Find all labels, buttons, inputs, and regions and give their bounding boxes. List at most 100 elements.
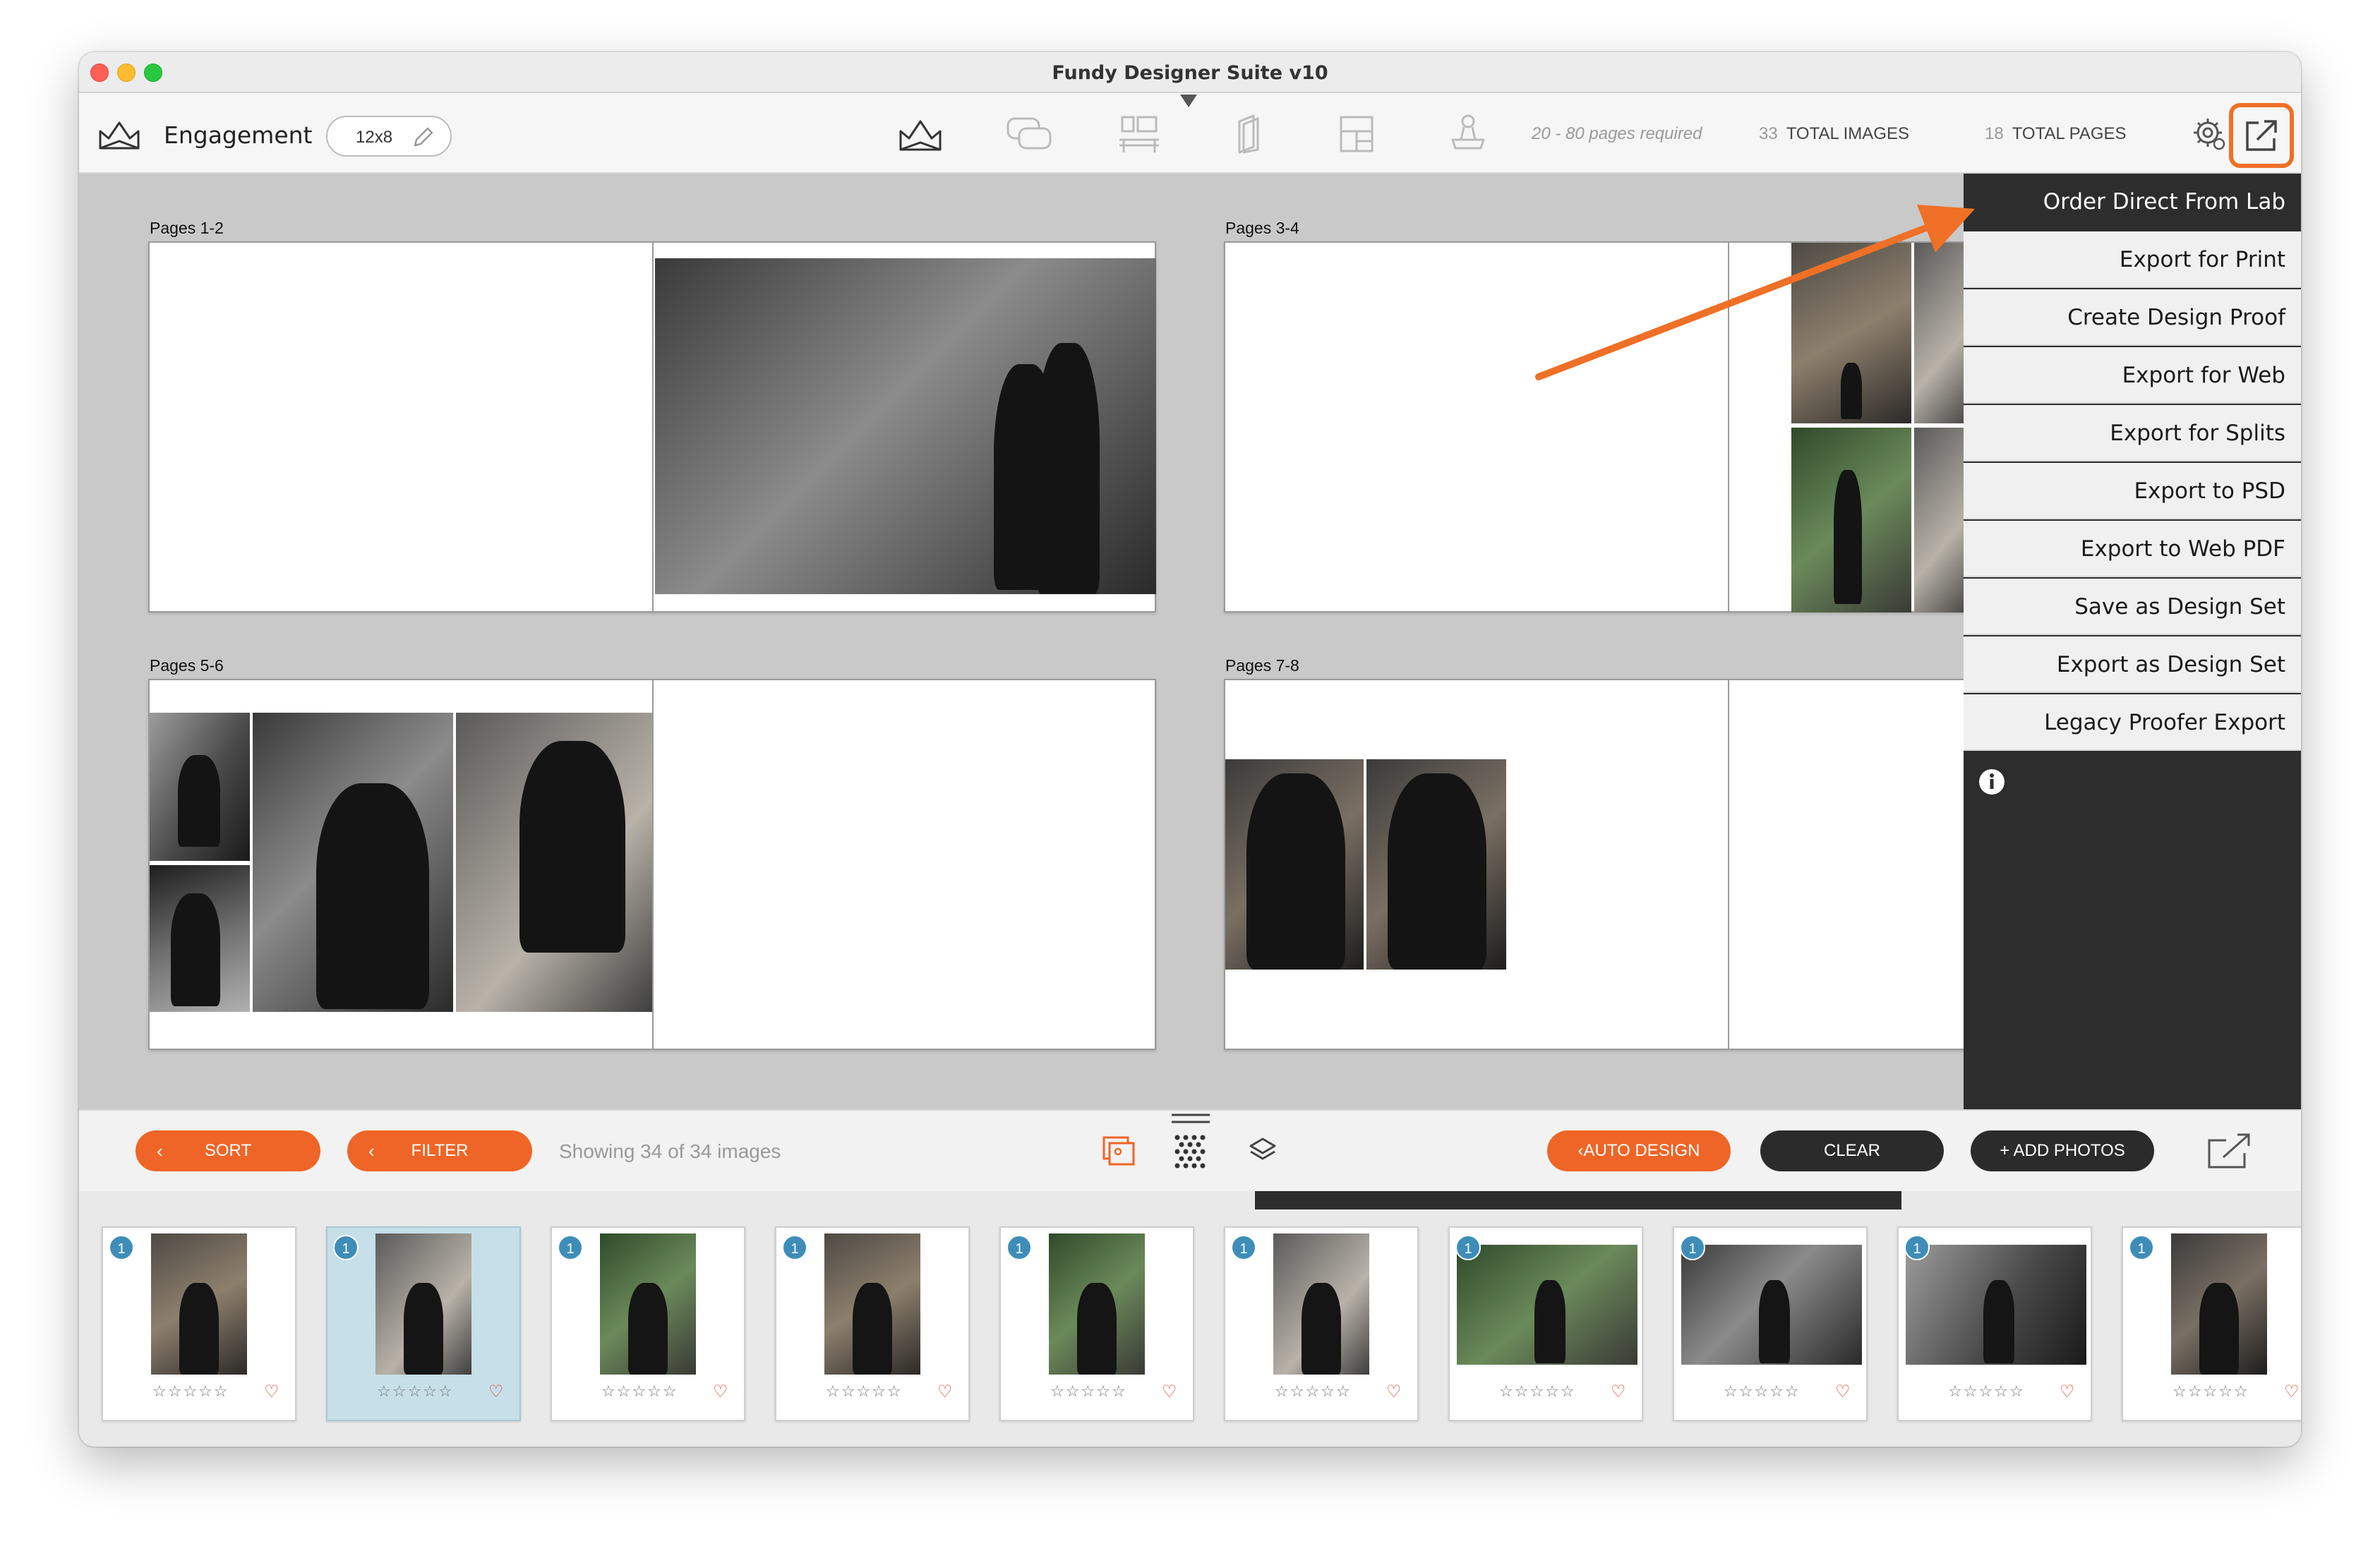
star-rating[interactable]: ☆☆☆☆☆ bbox=[1948, 1383, 2025, 1401]
menu-item-export-for-splits[interactable]: Export for Splits bbox=[1964, 405, 2301, 461]
spread-photo[interactable] bbox=[150, 865, 250, 1012]
layout-icon[interactable] bbox=[1331, 111, 1382, 157]
usage-count-badge: 1 bbox=[782, 1235, 807, 1260]
filmstrip-thumbnail[interactable]: 1 ☆☆☆☆☆ ♡ bbox=[1673, 1226, 1868, 1421]
thumbnail-image bbox=[1906, 1245, 2086, 1365]
couple-figure bbox=[178, 755, 220, 847]
spread-photo[interactable] bbox=[655, 258, 1156, 594]
spread-label: Pages 7-8 bbox=[1225, 656, 1299, 675]
menu-item-export-for-print[interactable]: Export for Print bbox=[1964, 231, 2301, 288]
auto-design-button[interactable]: ‹AUTO DESIGN bbox=[1547, 1130, 1731, 1171]
filter-label: FILTER bbox=[411, 1141, 469, 1160]
spread-photo[interactable] bbox=[253, 713, 453, 1012]
spread-photo[interactable] bbox=[1791, 243, 1911, 423]
menu-item-export-to-web-pdf[interactable]: Export to Web PDF bbox=[1964, 521, 2301, 577]
thumbnail-image bbox=[824, 1233, 920, 1375]
favorite-heart-icon[interactable]: ♡ bbox=[2284, 1382, 2300, 1401]
favorite-heart-icon[interactable]: ♡ bbox=[1611, 1382, 1626, 1401]
star-rating[interactable]: ☆☆☆☆☆ bbox=[152, 1383, 229, 1401]
clear-button[interactable]: CLEAR bbox=[1760, 1130, 1944, 1171]
grid-view-icon[interactable] bbox=[1170, 1130, 1211, 1171]
layers-icon[interactable] bbox=[1242, 1130, 1283, 1171]
star-rating[interactable]: ☆☆☆☆☆ bbox=[377, 1383, 454, 1401]
couple-figure bbox=[1388, 773, 1486, 970]
filmstrip-thumbnail[interactable]: 1 ☆☆☆☆☆ ♡ bbox=[551, 1226, 745, 1421]
bottom-action-bar: ‹ SORT ‹ FILTER Showing 34 of 34 images bbox=[79, 1109, 2301, 1191]
couple-figure bbox=[628, 1283, 668, 1375]
favorite-heart-icon[interactable]: ♡ bbox=[713, 1382, 728, 1401]
settings-gear-icon[interactable] bbox=[2189, 114, 2229, 154]
filmstrip-thumbnail[interactable]: 1 ☆☆☆☆☆ ♡ bbox=[102, 1226, 296, 1421]
favorite-heart-icon[interactable]: ♡ bbox=[1386, 1382, 1402, 1401]
clear-label: CLEAR bbox=[1823, 1141, 1881, 1160]
sort-button[interactable]: ‹ SORT bbox=[136, 1130, 320, 1171]
spread-fold bbox=[1728, 243, 1729, 611]
menu-item-export-for-web[interactable]: Export for Web bbox=[1964, 347, 2301, 404]
favorite-heart-icon[interactable]: ♡ bbox=[1835, 1382, 1851, 1401]
spread-photo[interactable] bbox=[150, 713, 250, 861]
menu-item-export-as-design-set[interactable]: Export as Design Set bbox=[1964, 636, 2301, 693]
sort-label: SORT bbox=[204, 1141, 252, 1160]
couple-figure bbox=[519, 741, 625, 953]
album-design-icon[interactable] bbox=[895, 111, 946, 157]
filmstrip-thumbnail[interactable]: 1 ☆☆☆☆☆ ♡ bbox=[2122, 1226, 2301, 1421]
favorite-heart-icon[interactable]: ♡ bbox=[1162, 1382, 1177, 1401]
spread-photo[interactable] bbox=[456, 713, 652, 1012]
menu-item-export-to-psd[interactable]: Export to PSD bbox=[1964, 463, 2301, 519]
favorite-heart-icon[interactable]: ♡ bbox=[264, 1382, 280, 1401]
couple-figure bbox=[404, 1283, 443, 1375]
filmstrip-scroll-indicator[interactable] bbox=[1255, 1191, 1901, 1209]
filmstrip-thumbnail[interactable]: 1 ☆☆☆☆☆ ♡ bbox=[1224, 1226, 1419, 1421]
album-size-selector[interactable]: 12x8 bbox=[326, 116, 452, 157]
star-rating[interactable]: ☆☆☆☆☆ bbox=[601, 1383, 678, 1401]
add-photos-label: + ADD PHOTOS bbox=[2000, 1141, 2125, 1160]
star-rating[interactable]: ☆☆☆☆☆ bbox=[1050, 1383, 1127, 1401]
usage-count-badge: 1 bbox=[1680, 1235, 1705, 1260]
filmstrip-thumbnail[interactable]: 1 ☆☆☆☆☆ ♡ bbox=[999, 1226, 1194, 1421]
info-icon[interactable] bbox=[1978, 768, 2006, 796]
favorite-heart-icon[interactable]: ♡ bbox=[937, 1382, 953, 1401]
spread-pages-3-4[interactable] bbox=[1224, 241, 1973, 612]
spread-pages-1-2[interactable] bbox=[148, 241, 1156, 612]
filmstrip-thumbnail[interactable]: 1 ☆☆☆☆☆ ♡ bbox=[1448, 1226, 1643, 1421]
spread-photo[interactable] bbox=[1225, 759, 1364, 970]
menu-item-order-direct-from-lab[interactable]: Order Direct From Lab bbox=[1964, 174, 2301, 230]
project-name[interactable]: Engagement bbox=[164, 121, 313, 149]
couple-figure bbox=[2199, 1283, 2239, 1375]
spread-photo[interactable] bbox=[1366, 759, 1506, 970]
favorite-heart-icon[interactable]: ♡ bbox=[2060, 1382, 2075, 1401]
filter-button[interactable]: ‹ FILTER bbox=[347, 1130, 532, 1171]
star-rating[interactable]: ☆☆☆☆☆ bbox=[1275, 1383, 1352, 1401]
star-rating[interactable]: ☆☆☆☆☆ bbox=[826, 1383, 903, 1401]
drag-handle-icon[interactable] bbox=[1172, 1114, 1210, 1123]
menu-item-legacy-proofer-export[interactable]: Legacy Proofer Export bbox=[1964, 694, 2301, 751]
wall-art-icon[interactable] bbox=[1114, 111, 1165, 157]
total-images-count: 33 bbox=[1759, 124, 1778, 143]
filmstrip-thumbnail[interactable]: 1 ☆☆☆☆☆ ♡ bbox=[326, 1226, 521, 1421]
album-logo-icon[interactable] bbox=[97, 117, 141, 154]
image-stack-icon[interactable] bbox=[1098, 1130, 1139, 1171]
filmstrip-thumbnail[interactable]: 1 ☆☆☆☆☆ ♡ bbox=[775, 1226, 970, 1421]
add-photos-button[interactable]: + ADD PHOTOS bbox=[1971, 1130, 2154, 1171]
export-button[interactable] bbox=[2229, 103, 2294, 168]
export-images-icon[interactable] bbox=[2205, 1130, 2254, 1171]
image-filmstrip[interactable]: 1 ☆☆☆☆☆ ♡ 1 ☆☆☆☆☆ ♡ 1 ☆☆☆☆☆ ♡ 1 ☆☆☆☆☆ ♡ 1 ☆☆☆☆☆ ♡ 1 ☆☆☆☆… bbox=[79, 1191, 2301, 1447]
star-rating[interactable]: ☆☆☆☆☆ bbox=[2172, 1383, 2249, 1401]
thumbnail-image bbox=[1681, 1245, 1862, 1365]
spread-fold bbox=[1728, 680, 1729, 1049]
cards-icon[interactable] bbox=[1222, 111, 1273, 157]
menu-item-save-as-design-set[interactable]: Save as Design Set bbox=[1964, 579, 2301, 635]
pencil-icon bbox=[414, 127, 433, 147]
proof-chat-icon[interactable] bbox=[1004, 111, 1054, 157]
spread-pages-5-6[interactable] bbox=[148, 679, 1156, 1050]
filmstrip-thumbnail[interactable]: 1 ☆☆☆☆☆ ♡ bbox=[1897, 1226, 2092, 1421]
star-rating[interactable]: ☆☆☆☆☆ bbox=[1499, 1383, 1576, 1401]
spread-fold bbox=[652, 680, 654, 1049]
star-rating[interactable]: ☆☆☆☆☆ bbox=[1724, 1383, 1801, 1401]
spread-photo[interactable] bbox=[1791, 428, 1911, 612]
menu-item-create-design-proof[interactable]: Create Design Proof bbox=[1964, 289, 2301, 346]
window-title: Fundy Designer Suite v10 bbox=[1052, 62, 1328, 84]
spread-pages-7-8[interactable] bbox=[1224, 679, 1972, 1050]
favorite-heart-icon[interactable]: ♡ bbox=[488, 1382, 504, 1401]
stamp-icon[interactable] bbox=[1440, 111, 1491, 157]
